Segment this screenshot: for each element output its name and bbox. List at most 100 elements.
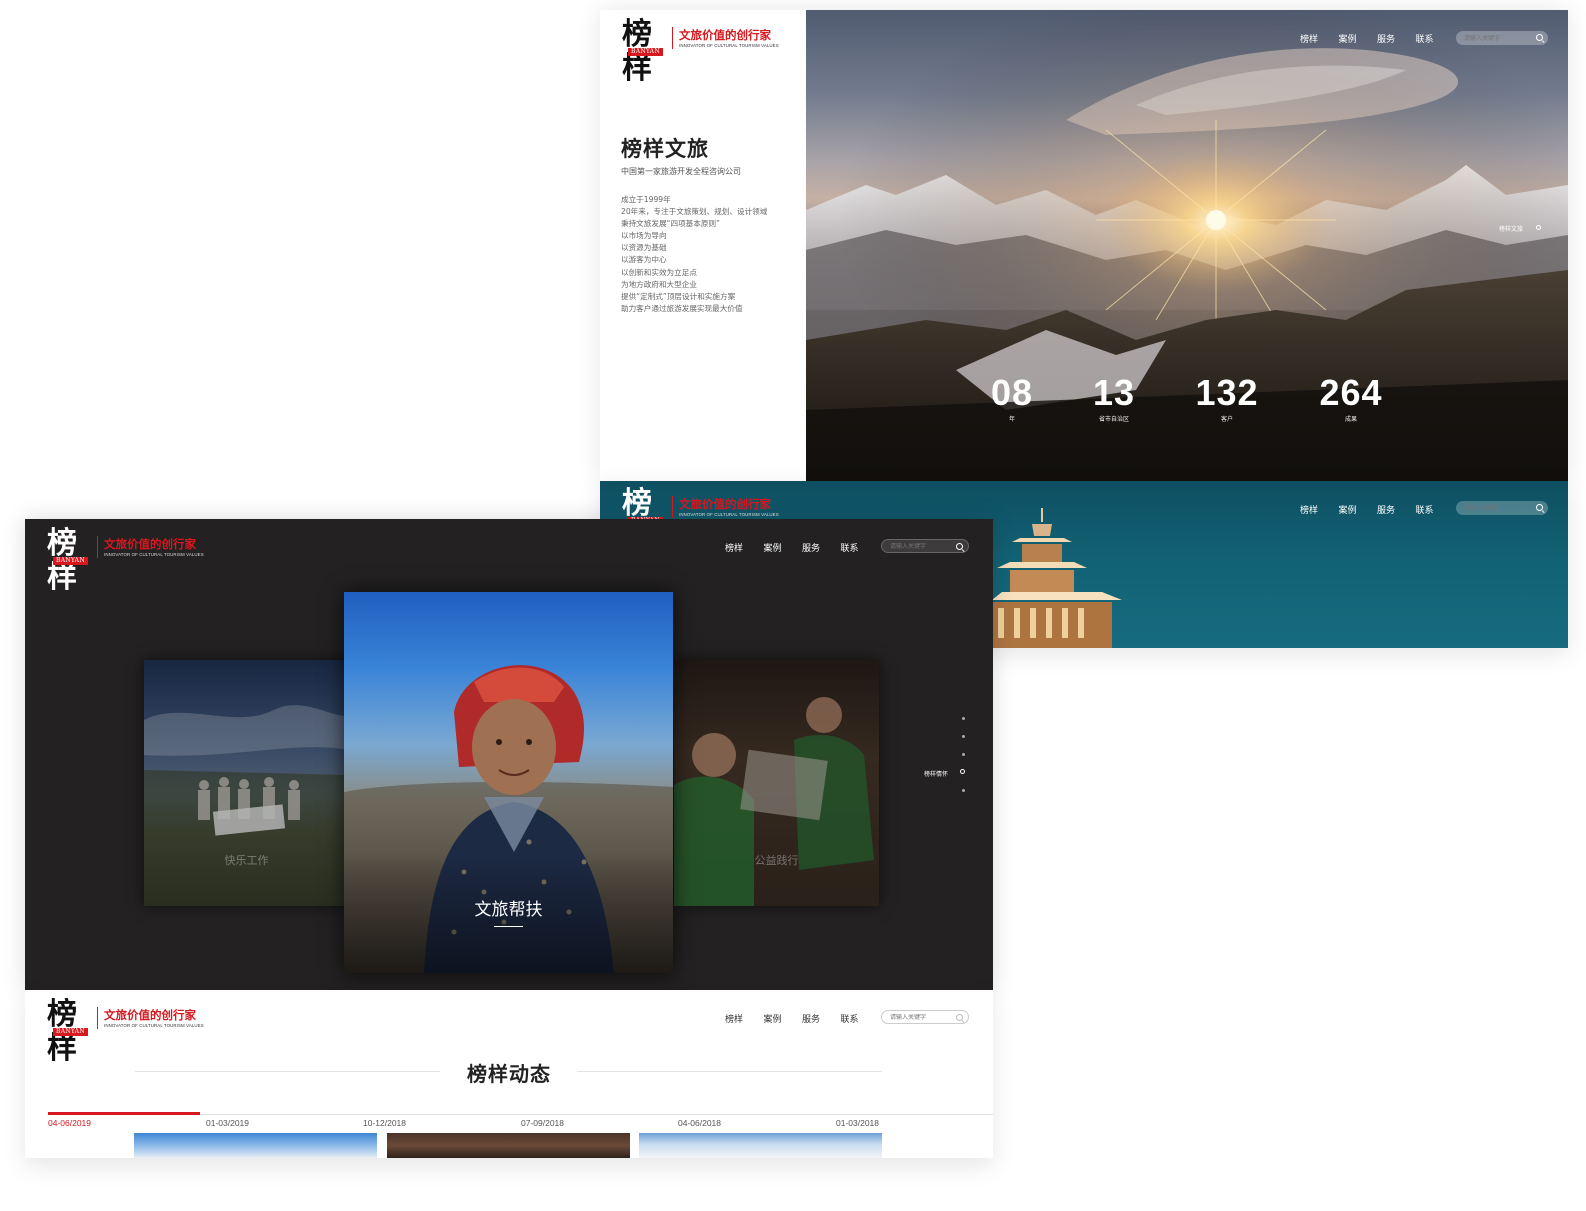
main-nav: 榜样 案例 服务 联系 (1300, 503, 1454, 516)
brand-logo[interactable]: 榜样 BANYAN 文旅价值的创行家 INNOVATOR OF CULTURAL… (622, 18, 779, 86)
caption-underline (494, 926, 523, 927)
charity-card-tourism-aid[interactable]: 文旅帮扶 (344, 592, 673, 973)
news-thumbnail[interactable] (134, 1133, 377, 1158)
search-icon[interactable] (1535, 33, 1545, 43)
search-input[interactable] (890, 1013, 952, 1021)
timeline-date[interactable]: 07-09/2018 (521, 1118, 564, 1128)
timeline-date[interactable]: 01-03/2019 (206, 1118, 249, 1128)
intro-sidebar: 榜样 BANYAN 文旅价值的创行家 INNOVATOR OF CULTURAL… (600, 10, 806, 481)
search-box[interactable] (881, 1010, 969, 1024)
timeline-date[interactable]: 04-06/2018 (678, 1118, 721, 1128)
search-input[interactable] (890, 542, 952, 550)
nav-item-banyan[interactable]: 榜样 (1300, 32, 1339, 45)
timeline-date-active[interactable]: 04-06/2019 (48, 1118, 91, 1128)
search-box[interactable] (881, 539, 969, 553)
charity-card-public-welfare[interactable]: 公益践行 (674, 660, 879, 906)
intro-line: 助力客户通过旅游发展实现最大价值 (621, 303, 743, 313)
news-thumbnail[interactable] (387, 1133, 630, 1158)
nav-item-cases[interactable]: 案例 (1339, 503, 1378, 516)
nav-item-cases[interactable]: 案例 (1339, 32, 1378, 45)
section-indicator-dot[interactable] (960, 769, 965, 774)
stat-label: 省市自治区 (1098, 416, 1130, 423)
intro-line: 以游客为中心 (621, 255, 667, 265)
timeline-active-indicator (48, 1112, 200, 1115)
section-indicator-dot[interactable] (1536, 225, 1541, 230)
team-photo (144, 660, 349, 906)
intro-subtitle: 中国第一家旅游开发全程咨询公司 (621, 167, 741, 176)
main-nav: 榜样 案例 服务 联系 (725, 1012, 879, 1025)
search-input[interactable] (1464, 34, 1526, 42)
news-section-title: 榜样动态 (467, 1062, 551, 1086)
intro-line: 为地方政府和大型企业 (621, 279, 697, 289)
card-caption: 快乐工作 (224, 854, 269, 867)
charity-panel: 榜样 BANYAN 文旅价值的创行家 INNOVATOR OF CULTURAL… (25, 519, 993, 990)
nav-item-contact[interactable]: 联系 (841, 541, 880, 554)
nav-item-services[interactable]: 服务 (802, 1012, 841, 1025)
nav-item-banyan[interactable]: 榜样 (725, 541, 764, 554)
search-icon[interactable] (955, 1013, 965, 1023)
stat-label: 客户 (1220, 416, 1234, 423)
timeline-date[interactable]: 10-12/2018 (363, 1118, 406, 1128)
nav-item-cases[interactable]: 案例 (764, 541, 803, 554)
search-box[interactable] (1456, 501, 1548, 515)
main-nav: 榜样 案例 服务 联系 (725, 541, 879, 554)
stat-label: 年 (1008, 416, 1016, 423)
brand-slogan-sub: INNOVATOR OF CULTURAL TOURISM VALUES (104, 1022, 204, 1028)
intro-line: 秉持文旅发展“四项基本原则” (621, 219, 720, 229)
nav-item-services[interactable]: 服务 (802, 541, 841, 554)
brand-slogan: 文旅价值的创行家 (679, 496, 771, 511)
search-input[interactable] (1464, 504, 1526, 512)
nav-item-contact[interactable]: 联系 (1416, 32, 1455, 45)
nav-item-contact[interactable]: 联系 (1416, 503, 1455, 516)
intro-line: 以资源为基础 (621, 243, 667, 253)
brand-logo[interactable]: 榜样 BANYAN 文旅价值的创行家 INNOVATOR OF CULTURAL… (47, 998, 204, 1066)
brand-slogan: 文旅价值的创行家 (104, 1007, 196, 1022)
logo-divider (672, 27, 673, 49)
card-caption: 文旅帮扶 (474, 900, 543, 920)
nav-item-services[interactable]: 服务 (1377, 503, 1416, 516)
section-indicator-label: 榜样文旅 (1499, 226, 1524, 233)
logo-mark: 榜样 BANYAN (622, 18, 670, 86)
brand-logo[interactable]: 榜样 BANYAN 文旅价值的创行家 INNOVATOR OF CULTURAL… (47, 527, 204, 595)
brand-slogan: 文旅价值的创行家 (679, 27, 771, 42)
intro-description: 成立于1999年 20年来，专注于文旅策划、规划、设计领域 秉持文旅发展“四项基… (621, 194, 767, 315)
section-dot[interactable] (962, 789, 965, 792)
timeline-date[interactable]: 01-03/2018 (836, 1118, 879, 1128)
search-icon[interactable] (1535, 503, 1545, 513)
mountain-illustration (806, 10, 1568, 481)
brand-slogan-sub: INNOVATOR OF CULTURAL TOURISM VALUES (679, 42, 779, 48)
stat-value: 132 (1195, 372, 1259, 413)
logo-divider (97, 1007, 98, 1029)
nav-item-services[interactable]: 服务 (1377, 32, 1416, 45)
section-indicator-label: 榜样情怀 (924, 771, 949, 778)
classroom-photo (674, 660, 879, 906)
mountain-hero-image: 榜样 案例 服务 联系 榜样文旅 08 年 13 省市自治区 132 客户 (806, 10, 1568, 481)
news-panel: 榜样 BANYAN 文旅价值的创行家 INNOVATOR OF CULTURAL… (25, 990, 993, 1158)
stat-years: 08 年 (991, 374, 1033, 424)
brand-slogan: 文旅价值的创行家 (104, 536, 196, 551)
intro-line: 以市场为导向 (621, 231, 667, 241)
brand-slogan-sub: INNOVATOR OF CULTURAL TOURISM VALUES (679, 511, 779, 517)
section-dot[interactable] (962, 717, 965, 720)
title-rule-right (577, 1071, 882, 1072)
section-dot[interactable] (962, 753, 965, 756)
search-box[interactable] (1456, 31, 1548, 45)
intro-line: 提供“定制式”顶层设计和实施方案 (621, 291, 736, 301)
nav-item-banyan[interactable]: 榜样 (725, 1012, 764, 1025)
news-thumbnail[interactable] (639, 1133, 882, 1158)
stat-results: 264 成果 (1319, 374, 1382, 424)
intro-line: 20年来，专注于文旅策划、规划、设计领域 (621, 207, 768, 217)
charity-card-happy-work[interactable]: 快乐工作 (144, 660, 349, 906)
pagoda-image (992, 508, 1122, 648)
section-dot[interactable] (962, 735, 965, 738)
nav-item-banyan[interactable]: 榜样 (1300, 503, 1339, 516)
logo-latin: BANYAN (628, 48, 663, 56)
nav-item-cases[interactable]: 案例 (764, 1012, 803, 1025)
card-caption: 公益践行 (754, 854, 799, 867)
nav-item-contact[interactable]: 联系 (841, 1012, 880, 1025)
search-icon[interactable] (955, 542, 965, 552)
logo-divider (672, 496, 673, 518)
logo-divider (97, 536, 98, 558)
main-nav: 榜样 案例 服务 联系 (1300, 32, 1454, 45)
intro-panel: 榜样 BANYAN 文旅价值的创行家 INNOVATOR OF CULTURAL… (600, 10, 1568, 481)
